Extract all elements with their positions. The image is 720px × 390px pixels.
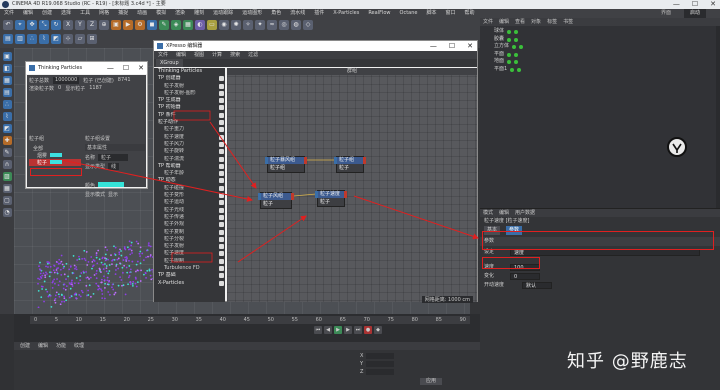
arrow-node-to-attr — [353, 195, 479, 240]
arrow-group-to-node — [61, 159, 253, 202]
arrow-speed-to-node — [237, 215, 307, 263]
tree-highlight-box — [173, 110, 211, 121]
annotation-arrows — [61, 110, 479, 263]
watermark: 知乎 @野鹿志 — [567, 351, 688, 372]
tree-highlight-box — [171, 252, 213, 263]
arrow-tree-to-node — [209, 121, 257, 189]
